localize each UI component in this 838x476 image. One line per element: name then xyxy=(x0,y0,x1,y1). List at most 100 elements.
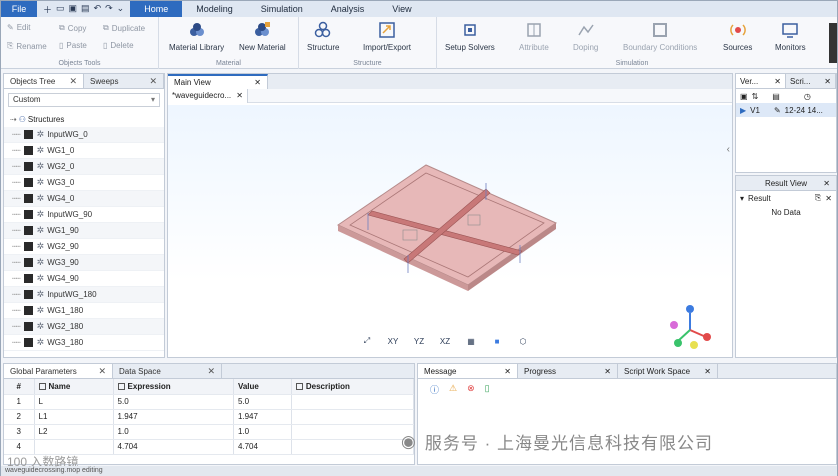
close-icon[interactable]: ✕ xyxy=(149,76,157,87)
tab-objects-tree[interactable]: Objects Tree ✕ xyxy=(4,74,84,88)
boundary-conditions-button[interactable]: Boundary Conditions xyxy=(623,21,697,52)
table-cell[interactable]: 4.704 xyxy=(113,439,234,455)
open-icon[interactable]: ▭ xyxy=(56,3,65,16)
visibility-icon[interactable] xyxy=(23,178,33,187)
table-cell[interactable] xyxy=(34,439,114,455)
column-header[interactable]: Expression xyxy=(113,379,234,395)
table-cell[interactable]: 5.0 xyxy=(233,394,292,410)
visibility-icon[interactable] xyxy=(23,162,33,171)
table-cell[interactable]: 1.947 xyxy=(233,409,292,425)
redo-icon[interactable]: ↷ xyxy=(105,3,113,16)
dropdown-icon[interactable]: ⌄ xyxy=(117,3,125,16)
table-cell[interactable]: L2 xyxy=(34,424,114,440)
expand-icon[interactable]: ⇢ xyxy=(10,113,17,127)
3d-viewport[interactable]: ⤢ XY YZ XZ ▦ ■ ⬡ xyxy=(168,105,732,357)
new-icon[interactable]: ＋ xyxy=(43,3,52,16)
tab-scripts[interactable]: Scri... ✕ xyxy=(786,74,836,88)
tree-item[interactable]: ┄┄ ✲ WG1_180 xyxy=(4,303,164,319)
visibility-icon[interactable] xyxy=(23,338,33,347)
export-icon[interactable]: ⎘ xyxy=(815,193,821,203)
checkbox[interactable] xyxy=(117,383,125,391)
material-library-button[interactable]: Material Library xyxy=(169,21,224,52)
column-header[interactable]: Description xyxy=(291,379,415,395)
close-icon[interactable]: ✕ xyxy=(69,76,77,87)
tree-item[interactable]: ┄┄ ✲ WG4_0 xyxy=(4,191,164,207)
axis-gizmo[interactable] xyxy=(670,305,711,349)
warning-icon[interactable]: ⚠ xyxy=(449,383,457,396)
tree-root-structures[interactable]: ⇢ ⚇ Structures xyxy=(4,113,164,127)
collapse-icon[interactable]: ▾ xyxy=(740,194,744,203)
rename-button[interactable]: ⎘ Rename xyxy=(7,41,47,51)
table-cell[interactable]: 5.0 xyxy=(113,394,234,410)
mesh-view-icon[interactable]: ⬡ xyxy=(514,333,532,349)
tab-versions[interactable]: Ver... ✕ xyxy=(736,74,786,88)
visibility-icon[interactable] xyxy=(23,306,33,315)
close-icon[interactable]: ✕ xyxy=(604,367,611,376)
table-cell[interactable]: L xyxy=(34,394,114,410)
close-icon[interactable]: ✕ xyxy=(823,179,830,188)
table-cell[interactable]: 1.0 xyxy=(233,424,292,440)
tree-item[interactable]: ┄┄ ✲ WG4_90 xyxy=(4,271,164,287)
table-cell[interactable] xyxy=(291,409,415,425)
menu-analysis[interactable]: Analysis xyxy=(317,1,379,17)
visibility-icon[interactable] xyxy=(23,130,33,139)
copy-button[interactable]: ⧉ Copy xyxy=(59,23,86,33)
close-icon[interactable]: ✕ xyxy=(825,194,832,203)
sources-button[interactable]: Sources xyxy=(723,21,752,52)
file-menu[interactable]: File xyxy=(1,1,37,17)
delete-button[interactable]: ▯ Delete xyxy=(103,41,134,50)
menu-home[interactable]: Home xyxy=(130,1,183,17)
close-icon[interactable]: ✕ xyxy=(254,78,261,87)
close-icon[interactable]: ✕ xyxy=(207,366,215,377)
table-cell[interactable]: 1.0 xyxy=(113,424,234,440)
close-icon[interactable]: ✕ xyxy=(236,91,243,100)
tree-filter-select[interactable]: Custom ▾ xyxy=(8,93,160,107)
table-row[interactable]: 1 L 5.0 5.0 xyxy=(4,394,415,410)
table-cell[interactable]: 4.704 xyxy=(233,439,292,455)
paste-button[interactable]: ▯ Paste xyxy=(59,41,87,50)
tree-item[interactable]: ┄┄ ✲ WG1_0 xyxy=(4,143,164,159)
table-row[interactable]: 4 4.704 4.704 xyxy=(4,439,415,455)
tree-item[interactable]: ┄┄ ✲ WG2_0 xyxy=(4,159,164,175)
column-header[interactable]: Name xyxy=(34,379,114,395)
import-export-button[interactable]: Import/Export xyxy=(363,21,411,52)
menu-simulation[interactable]: Simulation xyxy=(247,1,317,17)
duplicate-button[interactable]: ⧉ Duplicate xyxy=(103,23,145,33)
tab-document[interactable]: *waveguidecro... ✕ xyxy=(168,88,248,103)
clear-icon[interactable]: ▯ xyxy=(485,383,490,396)
close-icon[interactable]: ✕ xyxy=(774,77,781,86)
close-icon[interactable]: ✕ xyxy=(704,367,711,376)
visibility-icon[interactable] xyxy=(23,226,33,235)
visibility-icon[interactable] xyxy=(23,290,33,299)
table-row[interactable]: 2 L1 1.947 1.947 xyxy=(4,409,415,425)
tab-global-parameters[interactable]: Global Parameters ✕ xyxy=(4,364,113,378)
table-cell[interactable] xyxy=(291,394,415,410)
tab-sweeps[interactable]: Sweeps ✕ xyxy=(84,74,164,88)
table-row[interactable]: 3 L2 1.0 1.0 xyxy=(4,424,415,440)
saveas-icon[interactable]: ▤ xyxy=(81,3,90,16)
edit-button[interactable]: ✎ Edit xyxy=(7,23,31,32)
ribbon-scroll-handle[interactable] xyxy=(829,23,837,63)
menu-modeling[interactable]: Modeling xyxy=(182,1,247,17)
tree-item[interactable]: ┄┄ ✲ WG2_180 xyxy=(4,319,164,335)
setup-solvers-button[interactable]: Setup Solvers xyxy=(445,21,495,52)
sort-icon[interactable]: ⇅ xyxy=(752,92,759,101)
tree-item[interactable]: ┄┄ ✲ InputWG_180 xyxy=(4,287,164,303)
tab-script-work-space[interactable]: Script Work Space ✕ xyxy=(618,364,718,378)
visibility-icon[interactable] xyxy=(23,210,33,219)
new-material-button[interactable]: New Material xyxy=(239,21,286,52)
tree-item[interactable]: ┄┄ ✲ WG3_90 xyxy=(4,255,164,271)
tree-item[interactable]: ┄┄ ✲ WG2_90 xyxy=(4,239,164,255)
tab-message[interactable]: Message ✕ xyxy=(418,364,518,378)
visibility-icon[interactable] xyxy=(23,242,33,251)
grid-icon[interactable]: ▦ xyxy=(462,333,480,349)
axis-view-icon[interactable]: ⤢ xyxy=(358,333,376,349)
tab-progress[interactable]: Progress ✕ xyxy=(518,364,618,378)
tree-item[interactable]: ┄┄ ✲ InputWG_90 xyxy=(4,207,164,223)
table-cell[interactable]: L1 xyxy=(34,409,114,425)
save-icon[interactable]: ▣ xyxy=(69,3,78,16)
close-icon[interactable]: ✕ xyxy=(504,367,511,376)
table-cell[interactable] xyxy=(291,424,415,440)
close-icon[interactable]: ✕ xyxy=(98,366,106,377)
tree-item[interactable]: ┄┄ ✲ WG3_0 xyxy=(4,175,164,191)
